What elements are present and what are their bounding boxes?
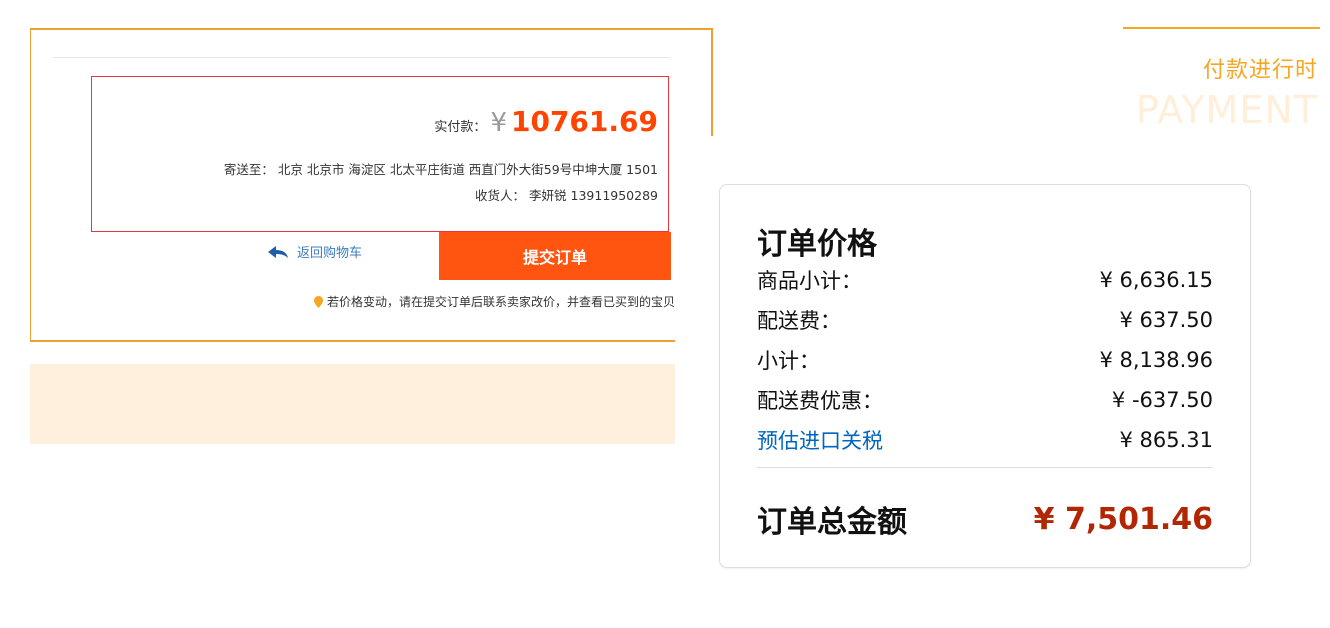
import-tax-link[interactable]: 预估进口关税: [757, 425, 883, 455]
summary-row-subtotal: 小计： ¥ 8,138.96: [757, 340, 1213, 380]
summary-row-label: 配送费：: [757, 309, 841, 333]
summary-row-value: ¥ 6,636.15: [1099, 268, 1213, 292]
summary-row-value: ¥ -637.50: [1111, 388, 1213, 412]
order-total-row: 订单总金额 ¥ 7,501.46: [757, 497, 1213, 541]
shipping-address-row: 寄送至： 北京 北京市 海淀区 北太平庄街道 西直门外大街59号中坤大厦 150…: [224, 159, 658, 178]
peach-band: [30, 364, 675, 444]
receiver-row: 收货人： 李妍锐 13911950289: [475, 185, 658, 204]
order-summary-card: 订单价格 商品小计： ¥ 6,636.15 配送费： ¥ 637.50 小计： …: [719, 184, 1251, 568]
back-arrow-icon: [268, 245, 288, 258]
summary-row-label: 商品小计：: [757, 269, 862, 293]
order-summary-rows: 商品小计： ¥ 6,636.15 配送费： ¥ 637.50 小计： ¥ 8,1…: [757, 260, 1213, 460]
submit-order-button[interactable]: 提交订单: [439, 232, 671, 280]
summary-row-label: 小计：: [757, 349, 820, 373]
actual-payment-row: 实付款： ¥ 10761.69: [434, 105, 658, 138]
divider: [53, 57, 671, 58]
summary-row-import-tax: 预估进口关税 ¥ 865.31: [757, 420, 1213, 460]
back-to-cart-link[interactable]: 返回购物车: [267, 242, 362, 261]
shipping-address: 北京 北京市 海淀区 北太平庄街道 西直门外大街59号中坤大厦 1501: [277, 162, 658, 177]
payment-heading-en: PAYMENT: [1135, 88, 1318, 132]
back-to-cart-label: 返回购物车: [297, 246, 363, 261]
summary-divider: [757, 467, 1213, 468]
shipping-address-label: 寄送至：: [223, 162, 274, 177]
payment-heading-cn: 付款进行时: [1202, 58, 1318, 83]
order-summary-title: 订单价格: [757, 227, 877, 262]
order-total-amount: ¥ 7,501.46: [1033, 501, 1213, 537]
summary-row-shipping-discount: 配送费优惠： ¥ -637.50: [757, 380, 1213, 420]
summary-row-value: ¥ 865.31: [1119, 428, 1213, 452]
actual-payment-label: 实付款：: [434, 120, 487, 135]
heading-rule: [1123, 27, 1320, 29]
summary-row-value: ¥ 637.50: [1119, 308, 1213, 332]
summary-row-value: ¥ 8,138.96: [1099, 348, 1213, 372]
summary-row-label: 配送费优惠：: [757, 389, 883, 413]
location-pin-icon: [313, 295, 323, 308]
summary-row-item-subtotal: 商品小计： ¥ 6,636.15: [757, 260, 1213, 300]
actual-payment-amount: 10761.69: [510, 105, 658, 138]
price-change-notice: 若价格变动，请在提交订单后联系卖家改价，并查看已买到的宝贝: [313, 293, 675, 310]
receiver-info: 李妍锐 13911950289: [529, 188, 658, 203]
receiver-label: 收货人：: [475, 188, 526, 203]
currency-symbol: ¥: [490, 108, 507, 138]
summary-row-shipping: 配送费： ¥ 637.50: [757, 300, 1213, 340]
checkout-panel: 实付款： ¥ 10761.69 寄送至： 北京 北京市 海淀区 北太平庄街道 西…: [30, 28, 713, 342]
order-total-label: 订单总金额: [757, 505, 907, 540]
price-change-notice-text: 若价格变动，请在提交订单后联系卖家改价，并查看已买到的宝贝: [326, 295, 675, 309]
order-confirmation-box: 实付款： ¥ 10761.69 寄送至： 北京 北京市 海淀区 北太平庄街道 西…: [91, 76, 669, 232]
